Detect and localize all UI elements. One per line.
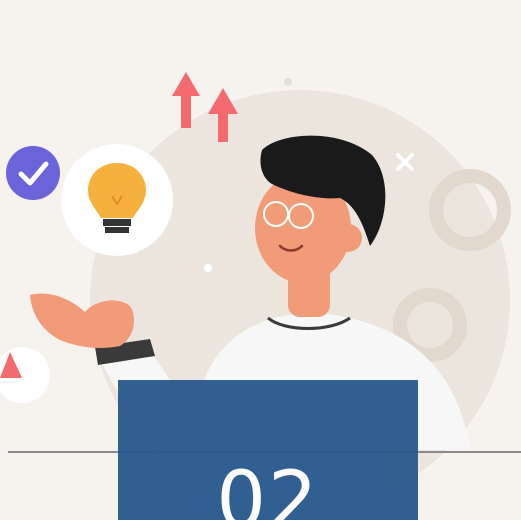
- check-icon: [6, 146, 60, 200]
- number-card: 02: [118, 380, 418, 520]
- ear: [334, 224, 362, 252]
- lightbulb-icon: [61, 144, 173, 256]
- dot-decoration: [284, 78, 292, 86]
- step-number: 02: [216, 456, 320, 520]
- dot-decoration: [204, 264, 212, 272]
- hand: [30, 293, 135, 348]
